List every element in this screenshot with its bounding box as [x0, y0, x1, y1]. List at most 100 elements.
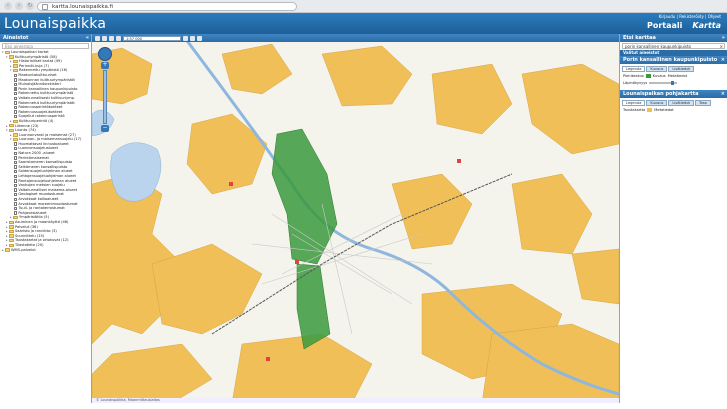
- folder-icon: [13, 133, 18, 137]
- layer-checkbox[interactable]: [14, 151, 18, 156]
- layer-checkbox[interactable]: [14, 78, 18, 82]
- marker-4[interactable]: [457, 159, 461, 163]
- layer2-tab-kuvaus[interactable]: Kuvaus: [646, 100, 668, 106]
- address-bar[interactable]: kartta.lounaispaikka.fi: [37, 1, 297, 11]
- reload-icon[interactable]: ↻: [26, 2, 34, 10]
- legend-desc[interactable]: Kuvaus: [653, 74, 666, 78]
- opacity-label: Läpinäkyvyys: [623, 80, 648, 85]
- layer2-close-icon[interactable]: ×: [721, 90, 725, 98]
- collapse-right-icon[interactable]: »: [722, 34, 725, 42]
- layer-checkbox[interactable]: [14, 142, 18, 146]
- layer1-title: Porin kansallinen kaupunkipuisto: [623, 57, 718, 63]
- application-window: ‹ › ↻ kartta.lounaispaikka.fi Lounaispai…: [0, 0, 727, 409]
- measure-icon[interactable]: [109, 35, 114, 41]
- map-search-value: porin kansallinen kaupunkipuisto: [625, 44, 692, 49]
- selected-layers-panel: Etsi karttaa » porin kansallinen kaupunk…: [619, 34, 727, 403]
- folder-icon: [9, 243, 14, 247]
- zoom-box-icon[interactable]: [102, 35, 107, 41]
- tab-portaali[interactable]: Portaali: [647, 21, 682, 30]
- layer-search-input[interactable]: Etsi aineistoja: [2, 43, 89, 49]
- collapse-icon[interactable]: «: [86, 34, 89, 42]
- layer-checkbox[interactable]: [14, 114, 18, 119]
- pan-control-icon[interactable]: [98, 47, 112, 61]
- back-icon[interactable]: ‹: [4, 2, 12, 10]
- layer-panel-header: Aineistot «: [0, 34, 91, 42]
- layer-checkbox[interactable]: [14, 206, 18, 211]
- layer-checkbox[interactable]: [14, 96, 18, 100]
- layer-checkbox[interactable]: [14, 193, 18, 197]
- layer-checkbox[interactable]: [14, 165, 18, 169]
- layer2-tab-taso[interactable]: Taso: [694, 100, 711, 106]
- tab-kartta[interactable]: Kartta: [692, 21, 721, 30]
- folder-icon: [9, 124, 14, 128]
- header-tabs: Portaali Kartta: [647, 21, 721, 30]
- layer-checkbox[interactable]: [14, 82, 18, 87]
- zoom-slider[interactable]: [103, 70, 107, 124]
- layer-checkbox[interactable]: [14, 197, 18, 201]
- layer2-tab-legenda[interactable]: Legenda: [622, 100, 646, 106]
- marker-3[interactable]: [266, 357, 270, 361]
- layer1-legend-row: Pienikeskus Kuvaus Metatiedot: [620, 72, 727, 79]
- tree-item[interactable]: ▸ WMS-palvelut: [2, 248, 91, 253]
- layer-checkbox[interactable]: [14, 202, 18, 206]
- folder-icon: [5, 248, 10, 252]
- opacity-knob[interactable]: [671, 80, 675, 85]
- zoom-in-button[interactable]: +: [101, 62, 109, 69]
- folder-icon: [13, 215, 18, 220]
- layer2-tab-lisatiedot[interactable]: Lisätiedot: [668, 100, 694, 106]
- layer-checkbox[interactable]: [14, 211, 18, 215]
- layer-checkbox[interactable]: [14, 73, 18, 77]
- right-panel-title: Etsi karttaa: [623, 35, 656, 41]
- layer-tree-panel: Aineistot « Etsi aineistoja ▾ Lounaispaik…: [0, 34, 92, 403]
- layer1-tab-legenda[interactable]: Legenda: [622, 66, 646, 72]
- layer1-tab-lisatiedot[interactable]: Lisätiedot: [668, 66, 694, 72]
- layer-checkbox[interactable]: [14, 170, 18, 174]
- clear-search-icon[interactable]: ×: [720, 44, 723, 49]
- marker-1[interactable]: [229, 182, 233, 186]
- address-text: kartta.lounaispaikka.fi: [52, 3, 114, 10]
- folder-icon: [13, 119, 18, 123]
- back-extent-icon[interactable]: [183, 35, 188, 41]
- info-icon[interactable]: [116, 35, 121, 41]
- layer-checkbox[interactable]: [14, 188, 18, 192]
- layer-checkbox[interactable]: [14, 160, 18, 165]
- map-search-input[interactable]: porin kansallinen kaupunkipuisto ×: [622, 43, 725, 49]
- layer-checkbox[interactable]: [14, 147, 18, 151]
- layer2-swatch-icon: [647, 107, 653, 112]
- layer1-close-icon[interactable]: ×: [721, 56, 725, 64]
- layer-checkbox[interactable]: [14, 91, 18, 96]
- layer-checkbox[interactable]: [14, 101, 18, 105]
- layer-tree: ▾ Lounaispaikan kartat ▾ Kulttuuriympäristö…: [0, 50, 91, 252]
- legend-label: Pienikeskus: [623, 73, 644, 78]
- pan-tool-icon[interactable]: [95, 35, 100, 41]
- layer1-tab-kuvaus[interactable]: Kuvaus: [646, 66, 668, 72]
- layer1-opacity-row: Läpinäkyvyys: [620, 79, 727, 86]
- layer-checkbox[interactable]: [14, 105, 18, 110]
- folder-icon: [9, 229, 14, 234]
- layer-checkbox[interactable]: [14, 174, 18, 179]
- layer-checkbox[interactable]: [14, 110, 18, 114]
- legend-meta-link[interactable]: Metatiedot: [668, 74, 687, 78]
- opacity-slider[interactable]: [649, 80, 678, 85]
- forward-icon[interactable]: ›: [15, 2, 23, 10]
- layer2-header[interactable]: Lounaispaikan pohjakartta ×: [620, 90, 727, 98]
- layer-panel-title: Aineistot: [3, 35, 29, 41]
- page-icon: [42, 3, 48, 10]
- print-icon[interactable]: [197, 35, 202, 41]
- layer-checkbox[interactable]: [14, 87, 18, 91]
- scale-select[interactable]: 1:57 000: [123, 35, 181, 41]
- layer2-meta-link[interactable]: Metatiedot: [654, 108, 673, 112]
- map-canvas[interactable]: [92, 34, 619, 403]
- marker-2[interactable]: [295, 260, 299, 264]
- site-logo[interactable]: Lounaispaikka: [4, 16, 106, 32]
- map-attribution: © Lounaispaikka, Maanmittauslaitos: [92, 398, 619, 403]
- layer-checkbox[interactable]: [14, 183, 18, 188]
- map-view[interactable]: 1:57 000 + − © Lounaispaikka, Maanmittau…: [92, 34, 619, 403]
- header-user-links[interactable]: Kirjaudu | Rekisteröidy | Ohjeet: [659, 14, 721, 19]
- layer-checkbox[interactable]: [14, 179, 18, 183]
- layer1-header[interactable]: Porin kansallinen kaupunkipuisto ×: [620, 56, 727, 64]
- folder-icon: [13, 68, 18, 73]
- layer-checkbox[interactable]: [14, 156, 18, 160]
- zoom-out-button[interactable]: −: [101, 125, 109, 132]
- forward-extent-icon[interactable]: [190, 35, 195, 41]
